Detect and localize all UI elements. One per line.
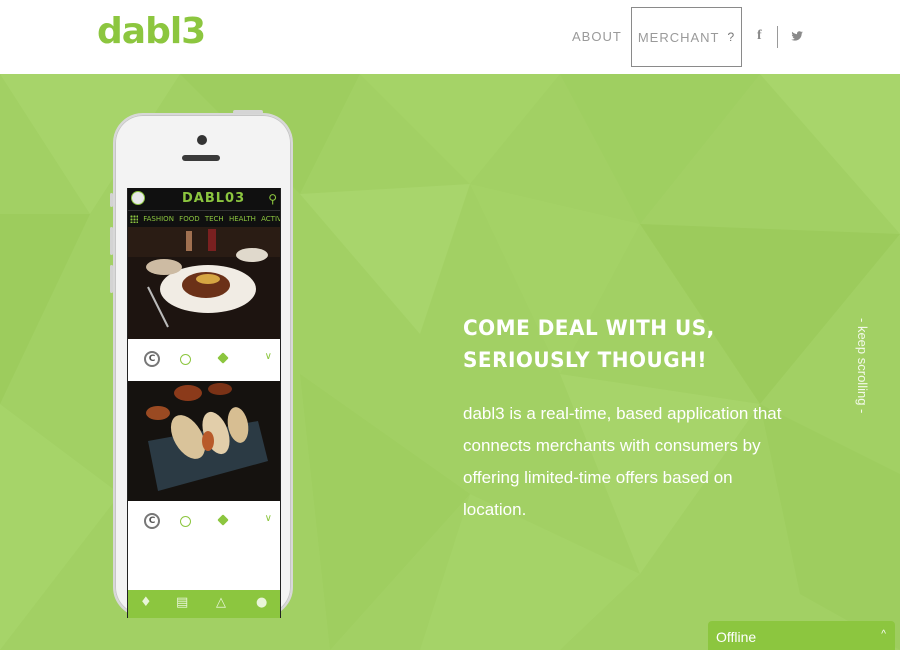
phone-screen: DABL03 ⚲ FASHION FOOD TECH HEALTH ACTIVI… (127, 188, 281, 618)
app-header: DABL03 ⚲ (128, 188, 280, 210)
chevron-up-icon: ^ (881, 629, 886, 640)
phone-mockup: DABL03 ⚲ FASHION FOOD TECH HEALTH ACTIVI… (110, 110, 293, 618)
phone-volume-up (110, 227, 113, 255)
hero-headline: COME DEAL WITH US, SERIOUSLY THOUGH! (463, 311, 763, 376)
social-divider (777, 26, 778, 48)
question-icon: ? (727, 30, 736, 44)
headline-line-2: SERIOUSLY THOUGH! (463, 346, 708, 373)
twitter-icon[interactable] (790, 29, 804, 43)
headline-line-1: COME DEAL WITH US, (463, 314, 715, 341)
category-fashion: FASHION (143, 215, 174, 223)
deal-card-bar-2[interactable]: C ∨ (128, 501, 280, 543)
chevron-down-icon: ∨ (264, 513, 272, 524)
bell-icon: △ (216, 595, 226, 610)
deal-card-bar-1[interactable]: C ∨ (128, 339, 280, 381)
phone-speaker (182, 155, 220, 161)
phone-camera (197, 135, 207, 145)
nav-merchant-button[interactable]: MERCHANT ? (631, 7, 742, 67)
avatar (131, 191, 145, 205)
nav-about-link[interactable]: ABOUT (572, 29, 622, 44)
app-logo: DABL03 (182, 191, 246, 206)
app-category-bar: FASHION FOOD TECH HEALTH ACTIVITIES (128, 210, 280, 227)
grid-icon (130, 215, 138, 223)
merchant-logo-1: C (144, 351, 160, 367)
logo[interactable]: dabl3 (97, 11, 206, 52)
nav-merchant-label: MERCHANT (637, 29, 720, 45)
chat-status-label: Offline (716, 629, 757, 645)
tag-icon (217, 352, 229, 364)
clock-icon (180, 516, 191, 527)
search-icon: ⚲ (268, 192, 277, 206)
phone-volume-down (110, 265, 113, 293)
scroll-hint: - keep scrolling - (855, 318, 872, 438)
category-activities: ACTIVITIES (261, 215, 280, 223)
category-health: HEALTH (228, 215, 256, 223)
tag-tab-icon: ♦ (140, 595, 152, 610)
phone-power-button (233, 110, 263, 114)
chat-widget[interactable]: Offline ^ (708, 621, 895, 650)
hero-description: dabl3 is a real-time, based application … (463, 404, 782, 519)
category-tech: TECH (204, 215, 224, 223)
clock-icon (180, 354, 191, 365)
lock-icon: ▤ (176, 595, 189, 610)
category-food: FOOD (179, 215, 200, 223)
chevron-down-icon: ∨ (264, 351, 272, 362)
app-tab-bar: ♦ ▤ △ ● (128, 590, 280, 618)
deal-image-steak (128, 227, 280, 339)
user-icon: ● (256, 595, 268, 610)
tag-icon (217, 514, 229, 526)
scroll-hint-text: - keep scrolling - (855, 318, 870, 414)
phone-mute-switch (110, 193, 113, 207)
merchant-logo-2: C (144, 513, 160, 529)
top-navbar: dabl3 ABOUT MERCHANT ? f (0, 0, 900, 74)
facebook-icon[interactable]: f (757, 28, 762, 44)
deal-image-tacos (128, 381, 280, 501)
